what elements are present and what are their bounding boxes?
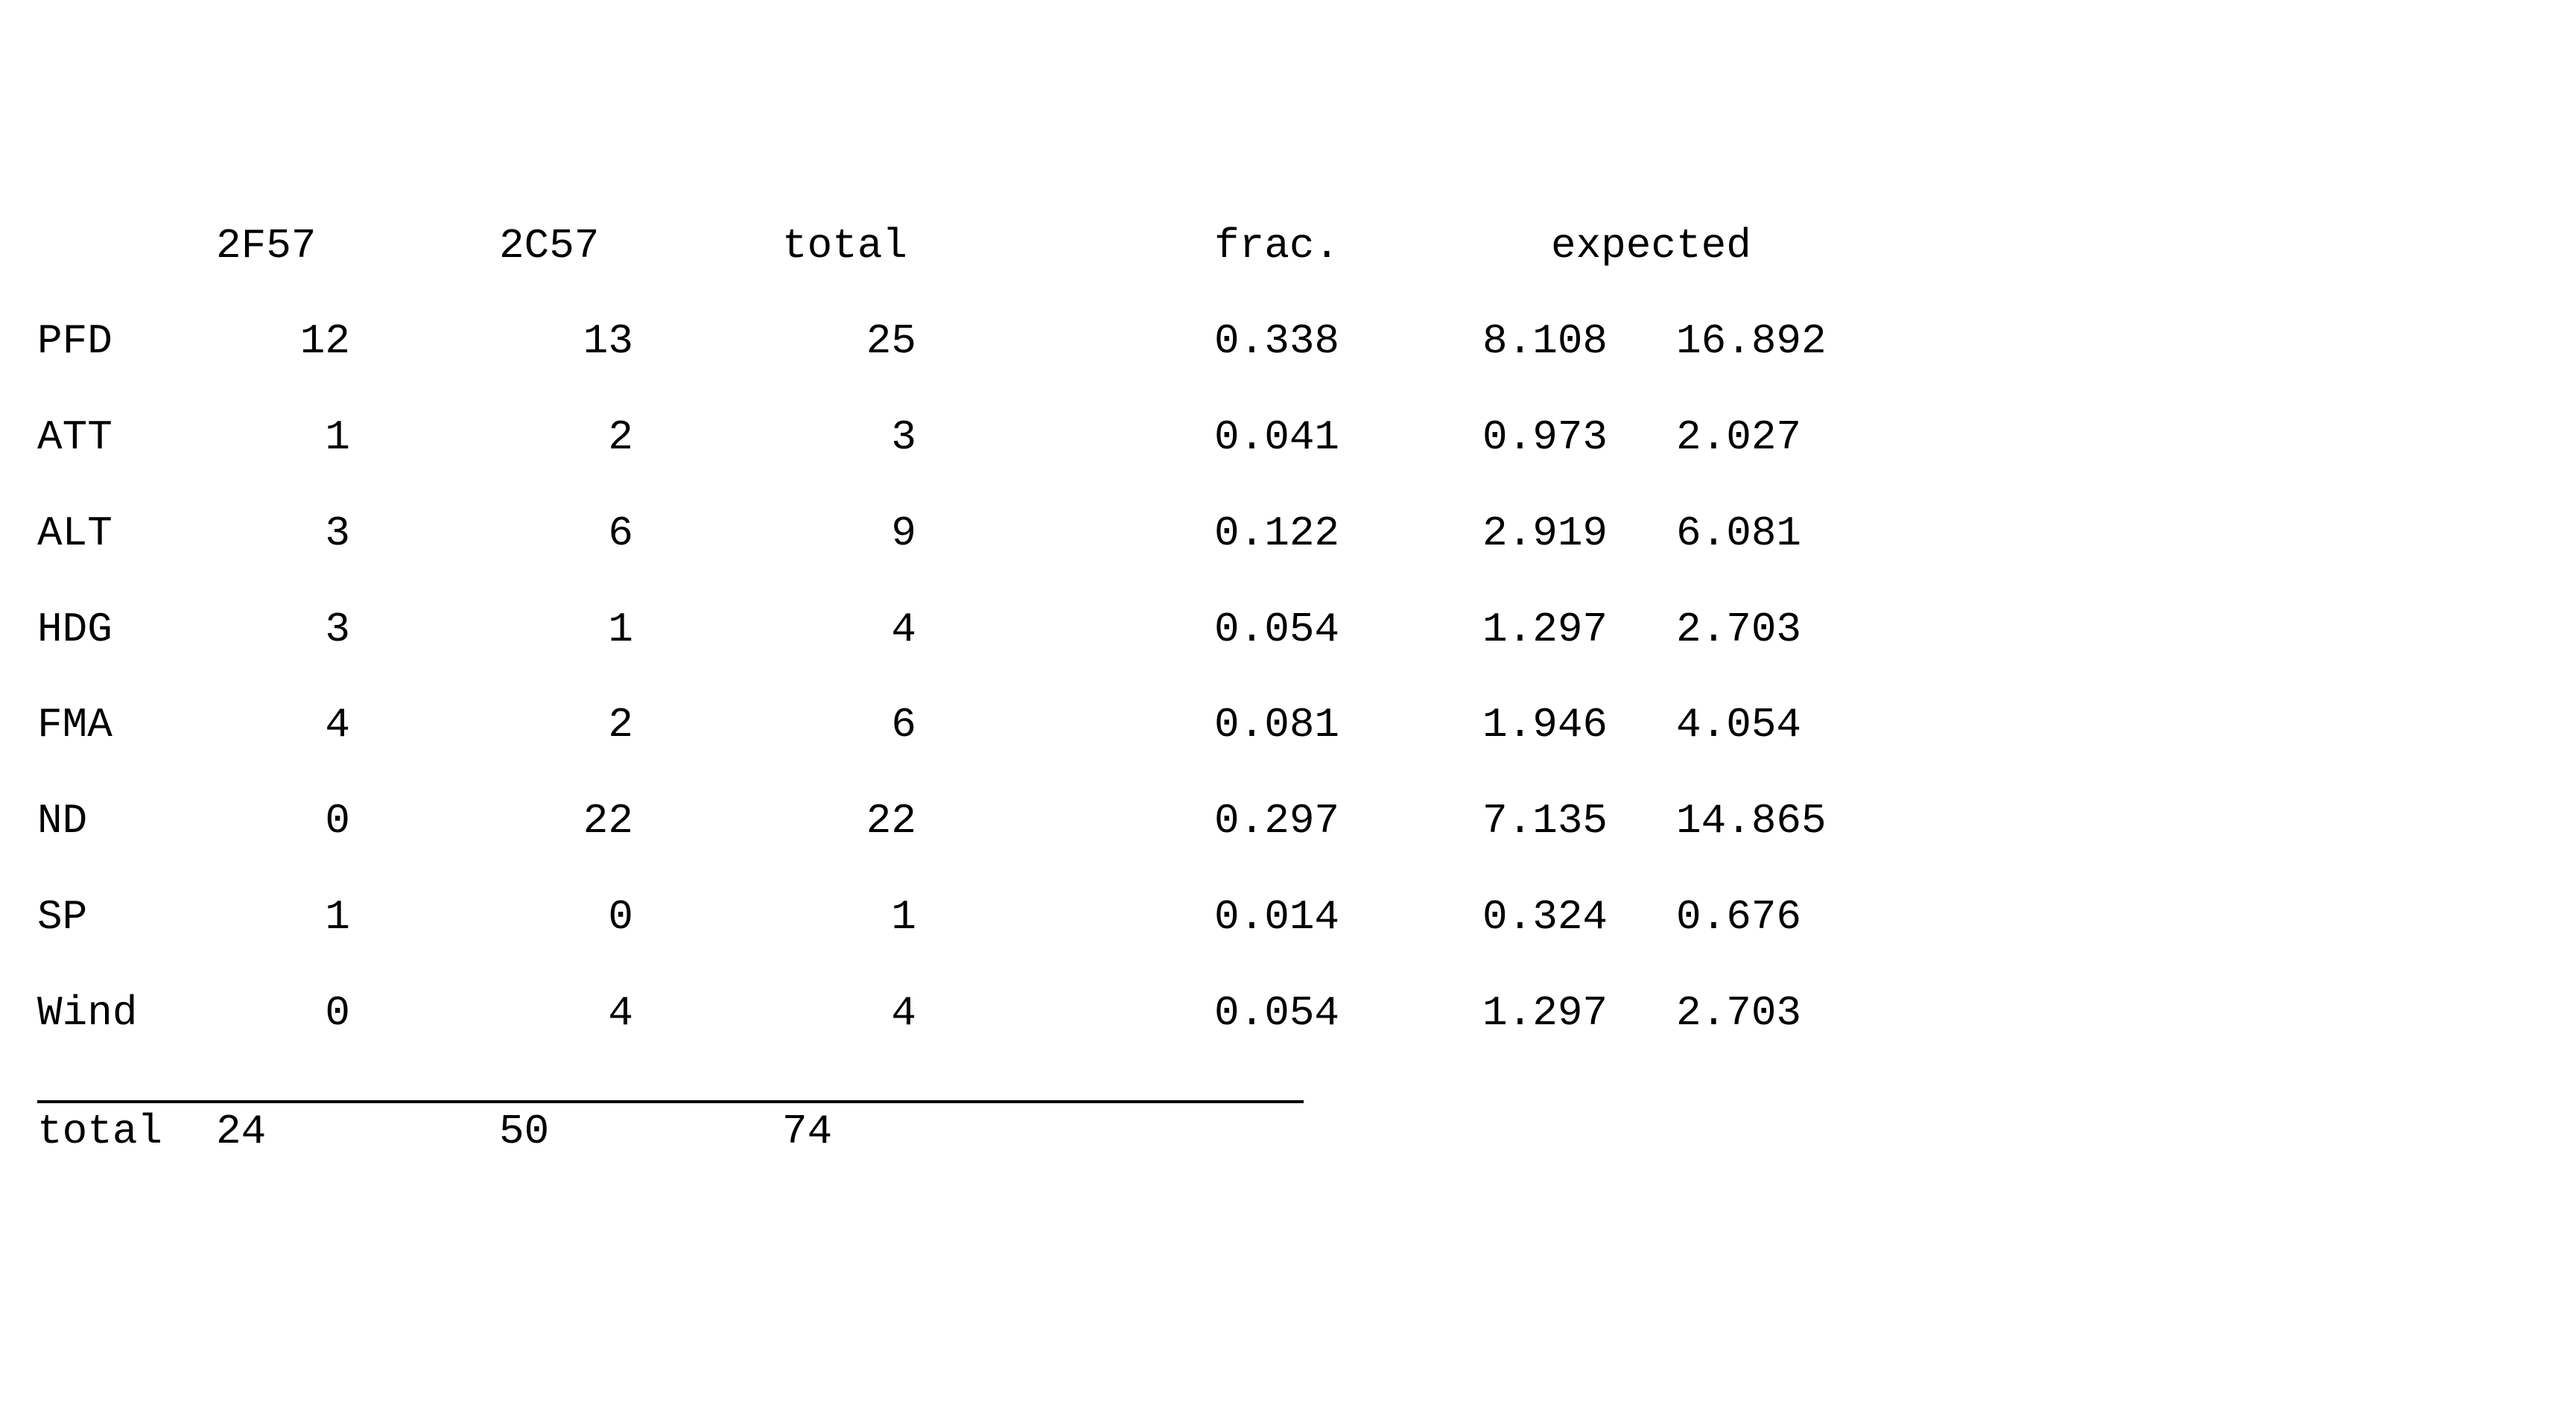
cell-2f57: 12: [216, 317, 350, 365]
cell-expected-b: 14.865: [1676, 797, 1870, 845]
row-label: SP: [37, 893, 216, 941]
cell-2f57: 3: [216, 606, 350, 653]
cell-expected-a: 8.108: [1482, 317, 1676, 365]
cell-frac: 0.297: [1214, 797, 1408, 845]
row-label: PFD: [37, 317, 216, 365]
cell-expected-b: 2.703: [1676, 606, 1870, 653]
row-label: ATT: [37, 413, 216, 461]
table-footer-row: total24 50 74: [37, 1100, 1304, 1155]
row-label: ALT: [37, 510, 216, 557]
table-row: FMA4 2 6 0.081 1.9464.054: [37, 701, 2539, 749]
cell-frac: 0.338: [1214, 317, 1408, 365]
table-row: Wind0 4 4 0.054 1.2972.703: [37, 989, 2539, 1037]
cell-frac: 0.081: [1214, 701, 1408, 749]
table-row: ALT3 6 9 0.122 2.9196.081: [37, 510, 2539, 557]
table-row: ATT1 2 3 0.041 0.9732.027: [37, 413, 2539, 461]
header-col-frac: frac.: [1214, 222, 1408, 270]
table-row: PFD12 13 25 0.338 8.10816.892: [37, 317, 2539, 365]
cell-2c57: 22: [499, 797, 633, 845]
cell-2c57: 2: [499, 413, 633, 461]
cell-expected-b: 16.892: [1676, 317, 1870, 365]
cell-expected-b: 2.703: [1676, 989, 1870, 1037]
cell-expected-b: 2.027: [1676, 413, 1870, 461]
footer-total: 74: [782, 1108, 916, 1155]
cell-2c57: 0: [499, 893, 633, 941]
cell-total: 9: [782, 510, 916, 557]
cell-expected-b: 6.081: [1676, 510, 1870, 557]
cell-total: 3: [782, 413, 916, 461]
table-row: SP1010.0140.3240.676: [37, 893, 2539, 941]
cell-total: 4: [782, 606, 916, 653]
cell-frac: 0.054: [1214, 606, 1408, 653]
header-col-expected-left: expec: [1482, 222, 1676, 270]
cell-expected-a: 0.324: [1482, 893, 1676, 941]
cell-2f57: 1: [216, 413, 350, 461]
cell-2c57: 13: [499, 317, 633, 365]
cell-expected-a: 7.135: [1482, 797, 1676, 845]
cell-expected-a: 2.919: [1482, 510, 1676, 557]
row-label: ND: [37, 797, 216, 845]
cell-expected-a: 1.946: [1482, 701, 1676, 749]
cell-total: 4: [782, 989, 916, 1037]
table-row: HDG3 1 4 0.054 1.2972.703: [37, 606, 2539, 653]
cell-total: 25: [782, 317, 916, 365]
header-col-expected-right: ted: [1676, 222, 1870, 270]
row-label: Wind: [37, 989, 216, 1037]
row-label: HDG: [37, 606, 216, 653]
cell-expected-b: 0.676: [1676, 893, 1870, 941]
cell-2c57: 6: [499, 510, 633, 557]
cell-total: 6: [782, 701, 916, 749]
cell-frac: 0.041: [1214, 413, 1408, 461]
header-col-total: total: [782, 222, 916, 270]
cell-expected-b: 4.054: [1676, 701, 1870, 749]
cell-frac: 0.014: [1214, 893, 1408, 941]
header-col-2c57: 2C57: [499, 222, 633, 270]
row-label: FMA: [37, 701, 216, 749]
cell-2f57: 3: [216, 510, 350, 557]
header-col-2f57: 2F57: [216, 222, 350, 270]
cell-2f57: 0: [216, 797, 350, 845]
cell-2c57: 4: [499, 989, 633, 1037]
cell-2c57: 2: [499, 701, 633, 749]
cell-2f57: 0: [216, 989, 350, 1037]
footer-2f57: 24: [216, 1108, 350, 1155]
cell-2f57: 4: [216, 701, 350, 749]
footer-2c57: 50: [499, 1108, 633, 1155]
cell-total: 22: [782, 797, 916, 845]
footer-label: total: [37, 1108, 216, 1155]
cell-total: 1: [782, 893, 916, 941]
cell-frac: 0.054: [1214, 989, 1408, 1037]
cell-expected-a: 1.297: [1482, 989, 1676, 1037]
cell-2f57: 1: [216, 893, 350, 941]
cell-expected-a: 0.973: [1482, 413, 1676, 461]
table-header-row: 2F57 2C57 total frac. expected: [37, 222, 2539, 270]
cell-expected-a: 1.297: [1482, 606, 1676, 653]
table-row: ND0 22 22 0.297 7.13514.865: [37, 797, 2539, 845]
cell-2c57: 1: [499, 606, 633, 653]
cell-frac: 0.122: [1214, 510, 1408, 557]
